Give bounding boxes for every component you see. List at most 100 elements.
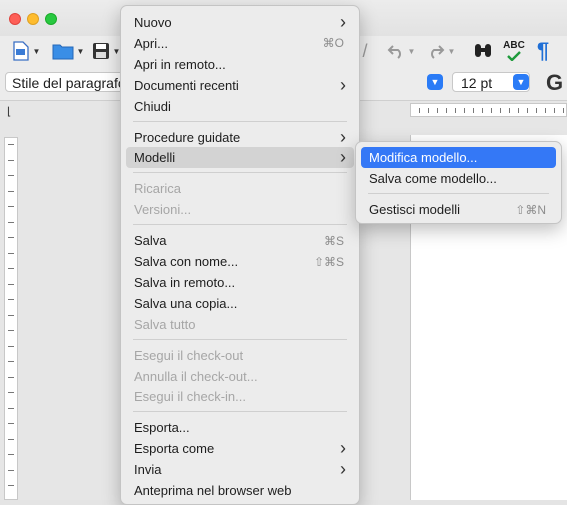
redo-button[interactable]: ▼: [424, 40, 458, 62]
chevron-right-icon: ›: [340, 438, 346, 459]
formatting-marks-button[interactable]: ¶: [533, 38, 553, 63]
menu-item-shortcut: ⌘S: [323, 233, 344, 248]
ruler-tick: [473, 108, 474, 113]
menu-item-chiudi[interactable]: Chiudi: [126, 96, 354, 117]
menu-item-salva-una-copia[interactable]: Salva una copia...: [126, 293, 354, 314]
ruler-tick: [8, 438, 14, 440]
ruler-tick: [8, 407, 14, 409]
menu-item-invia[interactable]: Invia ›: [126, 459, 354, 480]
menu-item-shortcut: ⇧⌘S: [313, 254, 344, 269]
close-window-button[interactable]: [9, 13, 21, 25]
ruler-tick: [8, 144, 14, 145]
ruler-tick: [8, 283, 14, 285]
font-size-dropdown-button[interactable]: ▼: [513, 74, 529, 90]
ruler-tick: [8, 330, 14, 331]
undo-button[interactable]: ▼: [384, 40, 418, 62]
menu-item-salva-con-nome[interactable]: Salva con nome... ⇧⌘S: [126, 251, 354, 272]
ruler-tick: [8, 485, 14, 486]
paragraph-style-select[interactable]: Stile del paragrafo: [5, 72, 135, 92]
menu-item-anteprima-nel-browser-web[interactable]: Anteprima nel browser web: [126, 480, 354, 501]
minimize-window-button[interactable]: [27, 13, 39, 25]
undo-icon: [387, 45, 401, 59]
menu-item-modifica-modello[interactable]: Modifica modello...: [361, 147, 556, 168]
menu-item-label: Salva una copia...: [134, 295, 238, 311]
ruler-tick: [419, 108, 420, 113]
ruler-tick: [8, 268, 14, 269]
menu-item-label: Salva: [134, 233, 167, 249]
ruler-tick: [8, 237, 14, 238]
menu-item-procedure-guidate[interactable]: Procedure guidate ›: [126, 127, 354, 148]
menu-item-versioni: Versioni...: [126, 199, 354, 220]
horizontal-ruler[interactable]: [410, 103, 567, 117]
menu-item-label: Gestisci modelli: [369, 202, 461, 217]
menu-item-label: Salva tutto: [134, 316, 196, 332]
menu-item-label: Salva in remoto...: [134, 274, 236, 290]
ruler-tick: [482, 108, 483, 113]
menu-item-label: Modifica modello...: [369, 150, 478, 165]
save-button[interactable]: ▼: [91, 40, 121, 62]
menu-item-label: Apri in remoto...: [134, 56, 226, 72]
menu-item-shortcut: ⌘O: [322, 36, 344, 51]
menu-item-label: Esegui il check-in...: [134, 389, 246, 405]
chevron-down-icon: ▼: [430, 77, 440, 87]
ruler-tick: [509, 108, 510, 113]
chevron-right-icon: ›: [340, 459, 346, 480]
ruler-tick: [446, 108, 447, 113]
chevron-down-icon: ▼: [76, 46, 85, 56]
chevron-down-icon: ▼: [447, 46, 456, 56]
vertical-ruler[interactable]: [4, 137, 18, 500]
ruler-tick: [491, 108, 492, 113]
find-icon: [475, 44, 491, 57]
menu-item-label: Esporta...: [134, 420, 190, 436]
chevron-right-icon: ›: [340, 74, 346, 95]
spellcheck-icon: [507, 51, 521, 61]
menu-item-modelli[interactable]: Modelli ›: [126, 147, 354, 169]
menu-item-apri[interactable]: Apri... ⌘O: [126, 33, 354, 54]
ruler-tick: [8, 159, 14, 161]
menu-item-label: Ricarica: [134, 181, 181, 197]
ruler-tick: [428, 108, 429, 113]
ruler-tick: [464, 108, 465, 113]
menu-item-nuovo[interactable]: Nuovo ›: [126, 12, 354, 33]
find-replace-button[interactable]: [472, 40, 494, 62]
ruler-tick: [8, 175, 14, 176]
spellcheck-button[interactable]: ABC: [501, 40, 527, 62]
menu-item-ricarica: Ricarica: [126, 178, 354, 199]
font-name-dropdown-button[interactable]: ▼: [427, 74, 443, 90]
menu-item-esporta-come[interactable]: Esporta come ›: [126, 438, 354, 459]
bold-button[interactable]: G: [546, 70, 563, 96]
menu-item-salva-in-remoto[interactable]: Salva in remoto...: [126, 272, 354, 293]
ruler-tick: [536, 108, 537, 113]
menu-item-salva-tutto: Salva tutto: [126, 314, 354, 335]
ruler-tick: [8, 190, 14, 192]
tab-stop-selector[interactable]: ⌊: [7, 105, 11, 118]
ruler-tick: [8, 221, 14, 223]
menu-separator: [133, 224, 347, 226]
menu-item-salva[interactable]: Salva ⌘S: [126, 230, 354, 251]
open-button[interactable]: ▼: [50, 40, 86, 62]
menu-item-salva-come-modello[interactable]: Salva come modello...: [361, 168, 556, 189]
menu-item-label: Esporta come: [134, 441, 215, 457]
clear-formatting-icon[interactable]: /: [360, 40, 370, 62]
new-document-icon: [12, 41, 29, 61]
menu-separator: [133, 172, 347, 174]
menu-item-esegui-il-check-out: Esegui il check-out: [126, 345, 354, 366]
menu-item-label: Salva come modello...: [369, 171, 497, 186]
menu-separator: [368, 193, 549, 194]
ruler-tick: [545, 108, 546, 113]
menu-separator: [133, 338, 347, 340]
ruler-tick: [8, 314, 14, 316]
formatting-marks-icon: ¶: [536, 38, 550, 63]
menu-item-documenti-recenti[interactable]: Documenti recenti ›: [126, 75, 354, 96]
menu-separator: [133, 120, 347, 122]
chevron-right-icon: ›: [340, 147, 346, 168]
menu-item-label: Modelli: [134, 150, 176, 166]
menu-item-esporta[interactable]: Esporta...: [126, 417, 354, 438]
menu-item-gestisci-modelli[interactable]: Gestisci modelli ⇧⌘N: [361, 199, 556, 220]
zoom-window-button[interactable]: [45, 13, 57, 25]
redo-icon: [430, 45, 444, 59]
new-document-button[interactable]: ▼: [8, 40, 44, 62]
menu-item-label: Apri...: [134, 35, 168, 51]
ruler-tick: [527, 108, 528, 113]
menu-item-apri-in-remoto[interactable]: Apri in remoto...: [126, 54, 354, 75]
